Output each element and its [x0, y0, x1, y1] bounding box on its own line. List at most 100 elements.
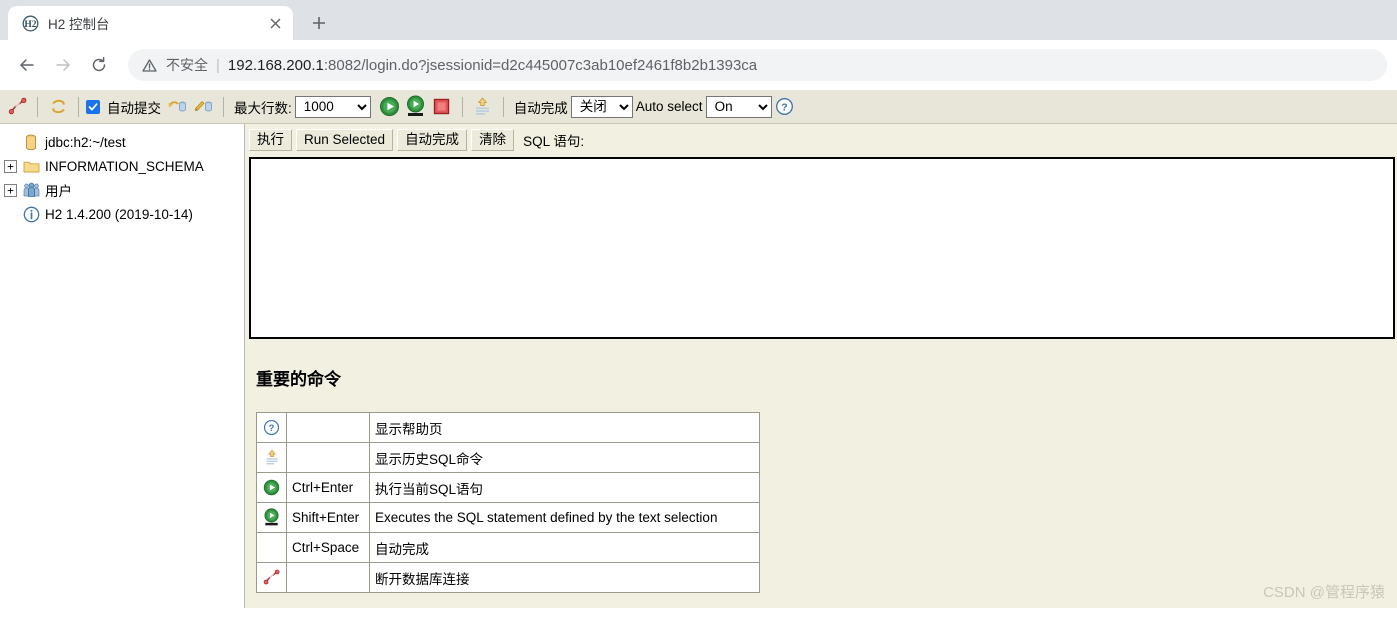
expand-icon[interactable]: +	[4, 183, 17, 197]
history-icon[interactable]	[470, 94, 496, 120]
info-icon	[22, 205, 40, 223]
tree-item-version[interactable]: H2 1.4.200 (2019-10-14)	[4, 202, 244, 226]
url-path: :8082/login.do?jsessionid=d2c445007c3ab1…	[323, 56, 758, 74]
help-icon[interactable]: ?	[772, 94, 798, 120]
autoselect-select[interactable]: On	[705, 95, 772, 118]
url-text: 192.168.200.1:8082/login.do?jsessionid=d…	[228, 57, 757, 74]
svg-text:?: ?	[781, 101, 787, 113]
toolbar-separator-2	[78, 96, 79, 117]
browser-toolbar: 不安全 | 192.168.200.1:8082/login.do?jsessi…	[0, 40, 1397, 90]
reload-icon[interactable]	[82, 48, 116, 82]
disconnect-icon[interactable]	[4, 94, 30, 120]
commit-icon[interactable]	[190, 94, 216, 120]
table-row[interactable]: 显示历史SQL命令	[256, 442, 760, 473]
sql-button-bar: 执行 Run Selected 自动完成 清除 SQL 语句:	[245, 124, 1397, 152]
svg-text:?: ?	[269, 422, 275, 433]
browser-tab[interactable]: H2 H2 控制台	[8, 6, 293, 40]
sql-pane: 执行 Run Selected 自动完成 清除 SQL 语句: 重要的命令 ?	[245, 124, 1397, 608]
run-icon[interactable]	[377, 94, 403, 120]
table-row[interactable]: 断开数据库连接	[256, 562, 760, 593]
tab-strip: H2 H2 控制台	[0, 0, 1397, 40]
omnibox-separator: |	[216, 56, 220, 74]
row-icon-cell	[256, 502, 287, 533]
close-icon[interactable]	[265, 13, 285, 33]
h2-logo-favicon: H2	[22, 15, 39, 32]
back-icon[interactable]	[10, 48, 44, 82]
maxrows-label: 最大行数:	[234, 100, 292, 116]
svg-text:H2: H2	[24, 20, 36, 30]
row-desc: 执行当前SQL语句	[369, 472, 760, 503]
table-row[interactable]: Ctrl+Space 自动完成	[256, 532, 760, 563]
tree-item-information-schema[interactable]: + INFORMATION_SCHEMA	[4, 154, 244, 178]
tree-item-label: H2 1.4.200 (2019-10-14)	[45, 206, 193, 222]
row-icon-cell	[256, 442, 287, 473]
run-selected-icon[interactable]	[262, 507, 281, 529]
stop-icon[interactable]	[429, 94, 455, 120]
history-icon[interactable]	[262, 447, 281, 469]
tree-item-users[interactable]: + 用户	[4, 178, 244, 202]
browser-chrome: H2 H2 控制台 不安全 | 192.168.200.1:8082/login…	[0, 0, 1397, 90]
row-icon-cell	[256, 532, 287, 563]
tab-title: H2 控制台	[48, 17, 110, 32]
row-key	[286, 442, 370, 473]
maxrows-select[interactable]: 1000	[294, 95, 371, 118]
table-row[interactable]: ? 显示帮助页	[256, 412, 760, 443]
tree-item-label: jdbc:h2:~/test	[45, 134, 126, 150]
database-tree-pane: jdbc:h2:~/test + INFORMATION_SCHEMA + 用户…	[0, 124, 245, 608]
new-tab-button[interactable]	[305, 9, 333, 37]
disconnect-icon[interactable]	[262, 567, 281, 589]
help-icon[interactable]: ?	[262, 417, 281, 439]
row-desc: Executes the SQL statement defined by th…	[369, 502, 760, 533]
commands-table: ? 显示帮助页 显示历史SQL命令 Ctrl+Enter 执行当前SQL语句 S…	[256, 412, 760, 593]
row-desc: 显示帮助页	[369, 412, 760, 443]
toolbar-separator-1	[37, 96, 38, 117]
autocommit-checkbox[interactable]	[86, 99, 100, 114]
row-desc: 显示历史SQL命令	[369, 442, 760, 473]
row-key	[286, 412, 370, 443]
main-split: jdbc:h2:~/test + INFORMATION_SCHEMA + 用户…	[0, 124, 1397, 608]
not-secure-warning-icon	[142, 58, 158, 73]
sql-input[interactable]	[249, 157, 1395, 339]
run-selected-icon[interactable]	[403, 94, 429, 120]
toolbar-separator-5	[502, 96, 504, 117]
tree-item-database[interactable]: jdbc:h2:~/test	[4, 130, 244, 154]
autocomplete-select[interactable]: 关闭	[570, 95, 633, 118]
table-row[interactable]: Ctrl+Enter 执行当前SQL语句	[256, 472, 760, 503]
important-commands-section: 重要的命令 ? 显示帮助页 显示历史SQL命令 Ctrl+Enter 执行当前S…	[256, 365, 1397, 593]
security-status-label: 不安全	[166, 57, 208, 73]
toolbar-separator-4	[461, 96, 463, 117]
row-desc: 断开数据库连接	[369, 562, 760, 593]
autoselect-label: Auto select	[635, 99, 703, 114]
row-key	[286, 562, 370, 593]
row-desc: 自动完成	[369, 532, 760, 563]
autocommit-label: 自动提交	[107, 100, 161, 116]
run-selected-button[interactable]: Run Selected	[296, 128, 394, 152]
row-key: Ctrl+Enter	[286, 472, 370, 503]
rollback-icon[interactable]	[164, 94, 190, 120]
run-button[interactable]: 执行	[249, 128, 292, 152]
tree-item-label: 用户	[45, 184, 72, 199]
watermark: CSDN @管程序猿	[1263, 584, 1385, 601]
tree-item-label: INFORMATION_SCHEMA	[45, 158, 204, 174]
row-key: Ctrl+Space	[286, 532, 370, 563]
forward-icon[interactable]	[46, 48, 80, 82]
section-title: 重要的命令	[256, 370, 341, 389]
toolbar-separator-3	[223, 96, 224, 117]
row-icon-cell	[256, 562, 287, 593]
refresh-icon[interactable]	[45, 94, 71, 120]
autocomplete-button[interactable]: 自动完成	[397, 128, 468, 152]
database-icon	[22, 133, 40, 151]
row-icon-cell: ?	[256, 412, 287, 443]
autocomplete-label: 自动完成	[513, 100, 568, 116]
url-host: 192.168.200.1	[227, 56, 324, 74]
table-row[interactable]: Shift+Enter Executes the SQL statement d…	[256, 502, 760, 533]
folder-icon	[22, 157, 40, 175]
sql-statement-label: SQL 语句:	[523, 134, 585, 149]
clear-button[interactable]: 清除	[471, 128, 515, 152]
address-bar[interactable]: 不安全 | 192.168.200.1:8082/login.do?jsessi…	[128, 49, 1387, 81]
h2-toolbar: 自动提交 最大行数: 1000 自动完成 关闭 Auto select On ?	[0, 90, 1397, 124]
run-icon[interactable]	[262, 477, 281, 499]
expand-icon[interactable]: +	[4, 159, 17, 173]
row-key: Shift+Enter	[286, 502, 370, 533]
row-icon-cell	[256, 472, 287, 503]
